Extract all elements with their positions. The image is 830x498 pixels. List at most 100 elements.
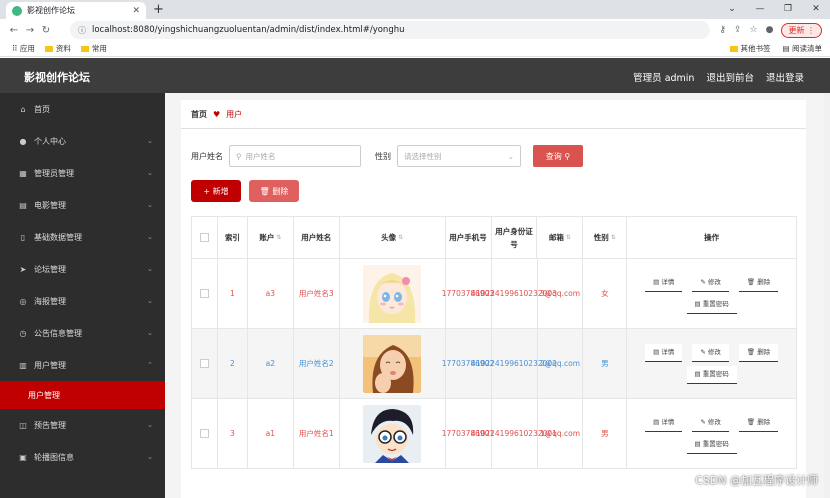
cell-email: 2@qq.com bbox=[537, 329, 584, 399]
sort-icon[interactable]: ⇅ bbox=[398, 231, 403, 244]
sidebar-item-film[interactable]: ▤ 电影管理 ⌄ bbox=[0, 189, 165, 221]
app-logo: 影视创作论坛 bbox=[24, 71, 90, 84]
new-tab-button[interactable]: + bbox=[153, 2, 164, 17]
detail-button[interactable]: ▤ 详情 bbox=[645, 273, 683, 292]
detail-button[interactable]: ▤ 详情 bbox=[645, 343, 683, 362]
profile-icon[interactable]: ● bbox=[766, 25, 774, 35]
header-index[interactable]: 索引 bbox=[217, 217, 248, 259]
cell-gender: 男 bbox=[583, 399, 628, 469]
reset-password-button[interactable]: ▤ 重置密码 bbox=[686, 435, 737, 454]
minimize-icon[interactable]: — bbox=[746, 0, 774, 19]
sidebar-item-basedata[interactable]: ▯ 基础数据管理 ⌄ bbox=[0, 221, 165, 253]
row-select-cell bbox=[192, 329, 218, 399]
row-checkbox[interactable] bbox=[199, 289, 209, 298]
update-button[interactable]: 更新 ⋮ bbox=[781, 22, 822, 38]
cell-account: a1 bbox=[247, 399, 294, 469]
share-icon[interactable]: ⇪ bbox=[734, 25, 742, 35]
header-ops: 操作 bbox=[627, 217, 797, 259]
chevron-down-icon: ⌄ bbox=[147, 265, 153, 273]
user-table: 索引 账户 ⇅ 用户姓名 头像 ⇅ 用户手机号 用户身份证号 邮箱 ⇅ 性别 ⇅ 操作 … bbox=[191, 216, 797, 469]
cell-gender: 男 bbox=[583, 329, 628, 399]
sidebar-item-trailer[interactable]: ◫ 预告管理 ⌄ bbox=[0, 409, 165, 441]
cell-email: 1@qq.com bbox=[537, 399, 584, 469]
sidebar: ⌂ 首页 ● 个人中心 ⌄ ▦ 管理员管理 ⌄ ▤ 电影管理 ⌄ ▯ 基础数据管理 ⌄ ➤ 论坛管理… bbox=[0, 93, 165, 498]
edit-button[interactable]: ✎ 修改 bbox=[692, 273, 729, 292]
chevron-down-icon: ⌄ bbox=[147, 297, 153, 305]
detail-button[interactable]: ▤ 详情 bbox=[645, 413, 683, 432]
chevron-down-icon[interactable]: ⌄ bbox=[718, 0, 746, 19]
cell-idcard: 410224199610232002 bbox=[471, 329, 557, 399]
header-name[interactable]: 用户姓名 bbox=[293, 217, 340, 259]
header-account[interactable]: 账户 ⇅ bbox=[247, 217, 294, 259]
browser-tab[interactable]: 影视创作论坛 ✕ bbox=[6, 2, 146, 19]
breadcrumb-home[interactable]: 首页 bbox=[191, 109, 207, 120]
edit-button[interactable]: ✎ 修改 bbox=[692, 413, 729, 432]
reading-list[interactable]: ▤ 阅读清单 bbox=[783, 43, 822, 54]
cell-email: 3@qq.com bbox=[537, 259, 584, 329]
add-button[interactable]: + 新增 bbox=[191, 180, 241, 202]
back-to-frontend-link[interactable]: 退出到前台 bbox=[706, 70, 754, 84]
row-checkbox[interactable] bbox=[199, 429, 209, 438]
forward-icon[interactable]: → bbox=[22, 25, 38, 36]
edit-button[interactable]: ✎ 修改 bbox=[692, 343, 729, 362]
sidebar-item-admin[interactable]: ▦ 管理员管理 ⌄ bbox=[0, 157, 165, 189]
select-all-cell bbox=[192, 217, 218, 259]
page-scrollbar[interactable] bbox=[824, 93, 830, 498]
forum-icon: ➤ bbox=[19, 264, 27, 274]
info-icon[interactable]: ⓘ bbox=[78, 25, 86, 36]
star-icon[interactable]: ☆ bbox=[750, 25, 758, 35]
tab-title: 影视创作论坛 bbox=[27, 6, 75, 15]
bookmarks-bar: ⠿ 应用 资料 常用 其他书签 ▤ 阅读清单 bbox=[0, 41, 830, 57]
gender-select[interactable]: 请选择性别 ⌄ bbox=[397, 145, 521, 167]
header-gender[interactable]: 性别 ⇅ bbox=[583, 217, 628, 259]
delete-button[interactable]: 🗑 删除 bbox=[249, 180, 299, 202]
sidebar-item-notice[interactable]: ◷ 公告信息管理 ⌄ bbox=[0, 317, 165, 349]
bookmark-item[interactable]: 资料 bbox=[44, 43, 71, 54]
reload-icon[interactable]: ↻ bbox=[38, 25, 54, 36]
other-bookmarks[interactable]: 其他书签 bbox=[729, 43, 771, 54]
key-icon[interactable]: ⚷ bbox=[719, 25, 726, 35]
table-row: 3 a1 用户姓名1 17703786901 41022419961023200… bbox=[192, 399, 797, 469]
cell-name: 用户姓名2 bbox=[293, 329, 340, 399]
header-avatar[interactable]: 头像 ⇅ bbox=[339, 217, 446, 259]
row-checkbox[interactable] bbox=[199, 359, 209, 368]
row-delete-button[interactable]: 🗑 删除 bbox=[738, 413, 779, 432]
sidebar-item-carousel[interactable]: ▣ 轮播图信息 ⌄ bbox=[0, 441, 165, 473]
reset-password-button[interactable]: ▤ 重置密码 bbox=[686, 365, 737, 384]
sidebar-subitem-user-management[interactable]: 用户管理 bbox=[0, 381, 165, 409]
poster-icon: ◎ bbox=[19, 296, 27, 306]
sidebar-item-poster[interactable]: ◎ 海报管理 ⌄ bbox=[0, 285, 165, 317]
sort-icon[interactable]: ⇅ bbox=[566, 231, 571, 244]
admin-user-label: 管理员 admin bbox=[633, 73, 695, 84]
header-phone[interactable]: 用户手机号 bbox=[445, 217, 492, 259]
back-icon[interactable]: ← bbox=[6, 25, 22, 36]
row-select-cell bbox=[192, 259, 218, 329]
chevron-down-icon: ⌄ bbox=[147, 169, 153, 177]
url-field[interactable]: ⓘ localhost:8080/yingshichuangzuoluentan… bbox=[70, 21, 710, 39]
restore-icon[interactable]: ❐ bbox=[774, 0, 802, 19]
close-window-icon[interactable]: ✕ bbox=[802, 0, 830, 19]
sort-icon[interactable]: ⇅ bbox=[276, 231, 281, 244]
row-delete-button[interactable]: 🗑 删除 bbox=[738, 273, 779, 292]
reset-password-button[interactable]: ▤ 重置密码 bbox=[686, 295, 737, 314]
user-icon: ● bbox=[19, 136, 27, 146]
sidebar-item-users[interactable]: ▥ 用户管理 ⌃ bbox=[0, 349, 165, 381]
close-tab-icon[interactable]: ✕ bbox=[132, 6, 140, 16]
sidebar-item-forum[interactable]: ➤ 论坛管理 ⌄ bbox=[0, 253, 165, 285]
header-idcard[interactable]: 用户身份证号 bbox=[491, 217, 538, 259]
bookmark-item[interactable]: 常用 bbox=[80, 43, 107, 54]
apps-icon[interactable]: ⠿ 应用 bbox=[12, 43, 35, 54]
logout-link[interactable]: 退出登录 bbox=[766, 70, 804, 84]
sidebar-item-profile[interactable]: ● 个人中心 ⌄ bbox=[0, 125, 165, 157]
row-delete-button[interactable]: 🗑 删除 bbox=[738, 343, 779, 362]
trash-icon: 🗑 bbox=[259, 186, 270, 196]
query-button[interactable]: 查询 ⚲ bbox=[533, 145, 583, 167]
sort-icon[interactable]: ⇅ bbox=[611, 231, 616, 244]
select-all-checkbox[interactable] bbox=[199, 233, 209, 242]
sidebar-item-home[interactable]: ⌂ 首页 bbox=[0, 93, 165, 125]
name-search-input[interactable]: ⚲ 用户姓名 bbox=[229, 145, 361, 167]
data-icon: ▯ bbox=[20, 232, 26, 242]
header-email[interactable]: 邮箱 ⇅ bbox=[537, 217, 584, 259]
app-header: 影视创作论坛 管理员 admin 退出到前台 退出登录 bbox=[0, 58, 830, 93]
chevron-down-icon: ⌄ bbox=[147, 201, 153, 209]
